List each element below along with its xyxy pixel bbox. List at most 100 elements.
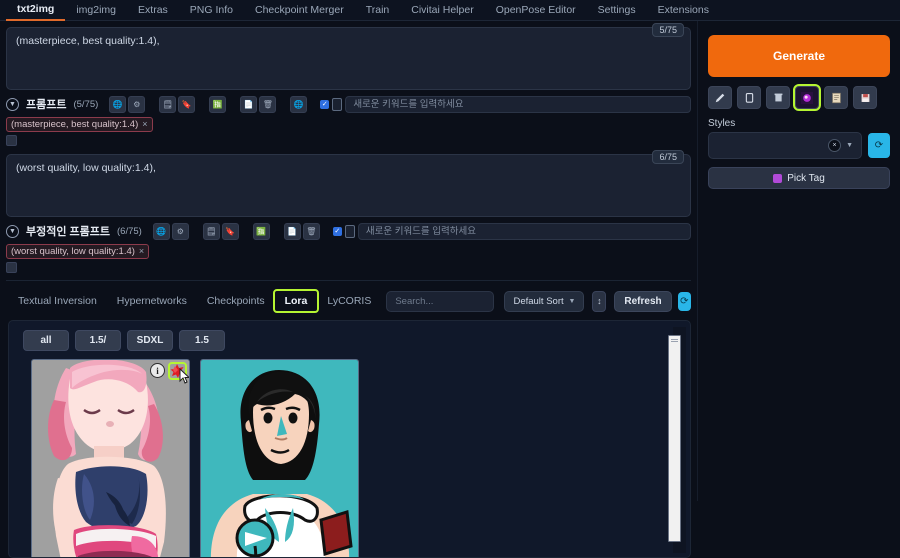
styles-label: Styles xyxy=(708,118,736,129)
lora-card-2[interactable] xyxy=(200,359,359,557)
tab-extras[interactable]: Extras xyxy=(127,0,179,20)
prompt-chip-add-icon[interactable] xyxy=(6,135,17,146)
sort-select[interactable]: Default Sort ▼ xyxy=(504,290,585,312)
styles-refresh-icon[interactable]: ⟳ xyxy=(868,133,890,158)
read-generation-params-icon[interactable]: 🗒 xyxy=(159,95,177,113)
negative-prompt-chip[interactable]: (worst quality, low quality:1.4) × xyxy=(6,244,150,259)
tab-png-info[interactable]: PNG Info xyxy=(179,0,244,20)
lora-card-1[interactable]: i xyxy=(31,359,190,557)
globe-icon[interactable]: 🌐 xyxy=(152,222,170,240)
tab-extensions[interactable]: Extensions xyxy=(647,0,720,20)
chevron-down-icon[interactable]: ▼ xyxy=(6,97,19,111)
globe-translate-icon[interactable]: 🌐 xyxy=(290,95,308,113)
search-input[interactable]: Search... xyxy=(386,290,495,312)
extra-networks-glyph xyxy=(801,91,813,104)
negative-icon-group-4: 📄 🗑 xyxy=(283,222,320,240)
prompt-icon-group-5: 🌐 xyxy=(290,95,308,113)
prompt-count-label: (5/75) xyxy=(73,98,99,110)
clipboard-icon[interactable] xyxy=(737,86,761,109)
pick-tag-icon xyxy=(773,173,783,183)
chevron-down-icon[interactable]: ▼ xyxy=(846,142,853,149)
sort-direction-button[interactable]: ↕ xyxy=(592,290,607,312)
red-star-icon[interactable] xyxy=(168,361,189,384)
prompt-section: 5/75 (masterpiece, best quality:1.4), xyxy=(6,23,691,90)
copy-icon[interactable]: 📄 xyxy=(240,95,258,113)
apply-style-glyph xyxy=(831,92,841,103)
close-icon[interactable]: × xyxy=(139,246,144,256)
read-generation-params-icon[interactable]: 🗒 xyxy=(202,222,220,240)
filter-sdxl-button[interactable]: SDXL xyxy=(127,330,173,351)
styles-select[interactable]: × ▼ xyxy=(708,132,862,159)
sync-icon[interactable]: ⟳ xyxy=(677,291,691,311)
tab-checkpoints[interactable]: Checkpoints xyxy=(197,291,275,311)
translate-icon[interactable]: 🈯 xyxy=(252,222,270,240)
chevron-down-icon: ▼ xyxy=(568,297,576,305)
section-divider xyxy=(6,280,691,281)
negative-chip-add-icon[interactable] xyxy=(6,262,17,273)
interrupt-paintbrush-icon[interactable] xyxy=(708,86,732,109)
lora-card-1-tools: i xyxy=(150,361,189,384)
pick-tag-button[interactable]: Pick Tag xyxy=(708,167,890,189)
filter-15slash-button[interactable]: 1.5/ xyxy=(75,330,121,351)
clear-prompt-trash-icon[interactable] xyxy=(766,86,790,109)
close-icon[interactable]: × xyxy=(142,119,147,129)
tab-civitai-helper[interactable]: Civitai Helper xyxy=(400,0,484,20)
prompt-tool-buttons xyxy=(708,84,890,111)
tab-hypernetworks[interactable]: Hypernetworks xyxy=(107,291,197,311)
filter-15-button[interactable]: 1.5 xyxy=(179,330,225,351)
translate-icon[interactable]: 🈯 xyxy=(209,95,227,113)
prompt-icon-group-4: 📄 🗑 xyxy=(240,95,277,113)
chevron-down-icon[interactable]: ▼ xyxy=(6,224,19,238)
tab-textual-inversion[interactable]: Textual Inversion xyxy=(8,291,107,311)
tab-settings[interactable]: Settings xyxy=(587,0,647,20)
bookmark-icon[interactable]: 🔖 xyxy=(178,95,196,113)
bookmark-icon[interactable]: 🔖 xyxy=(221,222,239,240)
prompt-icon-group-3: 🈯 xyxy=(209,95,227,113)
extra-networks-icon[interactable] xyxy=(793,84,821,111)
keyword-toggle-icon[interactable] xyxy=(332,97,343,111)
negative-prompt-textarea[interactable]: (worst quality, low quality:1.4), xyxy=(6,154,691,217)
keyword-checkbox[interactable]: ✓ xyxy=(320,99,330,109)
keyword-checkbox[interactable]: ✓ xyxy=(332,226,342,236)
prompt-textarea[interactable]: (masterpiece, best quality:1.4), xyxy=(6,27,691,90)
prompt-toolbar: ▼ 프롬프트 (5/75) 🌐 ⚙ 🗒 🔖 🈯 📄 🗑 🌐 ✓ 새로운 키워드를… xyxy=(6,94,691,114)
tab-img2img[interactable]: img2img xyxy=(65,0,127,20)
globe-icon[interactable]: 🌐 xyxy=(109,95,127,113)
trash-icon[interactable]: 🗑 xyxy=(302,222,320,240)
trash-icon[interactable]: 🗑 xyxy=(259,95,277,113)
close-icon[interactable]: × xyxy=(828,139,842,152)
extra-networks-panel: all 1.5/ SDXL 1.5 i xyxy=(8,320,691,558)
filter-all-button[interactable]: all xyxy=(23,330,69,351)
refresh-button[interactable]: Refresh xyxy=(614,290,672,312)
tab-lora[interactable]: Lora xyxy=(272,289,320,313)
tab-lycoris[interactable]: LyCORIS xyxy=(317,291,381,311)
lora-card-grid: i xyxy=(9,351,690,557)
pick-tag-label: Pick Tag xyxy=(787,172,825,184)
prompt-chip[interactable]: (masterpiece, best quality:1.4) × xyxy=(6,117,153,132)
gear-icon[interactable]: ⚙ xyxy=(171,222,189,240)
negative-keyword-row: ✓ 새로운 키워드를 입력하세요 xyxy=(332,222,691,240)
cards-scrollbar-track[interactable] xyxy=(668,327,686,553)
info-icon[interactable]: i xyxy=(150,363,165,378)
prompt-token-counter: 5/75 xyxy=(652,23,684,37)
negative-prompt-label: 부정적인 프롬프트 xyxy=(26,226,111,238)
tab-openpose-editor[interactable]: OpenPose Editor xyxy=(485,0,587,20)
prompt-icon-group-2: 🗒 🔖 xyxy=(159,95,196,113)
keyword-input[interactable]: 새로운 키워드를 입력하세요 xyxy=(357,222,691,240)
page-body: 5/75 (masterpiece, best quality:1.4), ▼ … xyxy=(0,21,900,558)
generate-button[interactable]: Generate xyxy=(708,35,890,77)
tab-checkpoint-merger[interactable]: Checkpoint Merger xyxy=(244,0,355,20)
tab-txt2img[interactable]: txt2img xyxy=(6,0,66,21)
prompt-label: 프롬프트 xyxy=(26,99,67,111)
main-tab-bar: txt2img img2img Extras PNG Info Checkpoi… xyxy=(0,0,900,21)
tab-train[interactable]: Train xyxy=(355,0,401,20)
keyword-input[interactable]: 새로운 키워드를 입력하세요 xyxy=(345,95,691,113)
keyword-toggle-icon[interactable] xyxy=(344,224,355,238)
left-column: 5/75 (masterpiece, best quality:1.4), ▼ … xyxy=(0,21,697,558)
copy-icon[interactable]: 📄 xyxy=(283,222,301,240)
save-style-icon[interactable] xyxy=(853,86,877,109)
gear-icon[interactable]: ⚙ xyxy=(128,95,146,113)
cards-scrollbar-thumb[interactable] xyxy=(668,335,681,542)
scrollbar-grip-icon xyxy=(671,339,678,343)
apply-style-icon[interactable] xyxy=(824,86,848,109)
